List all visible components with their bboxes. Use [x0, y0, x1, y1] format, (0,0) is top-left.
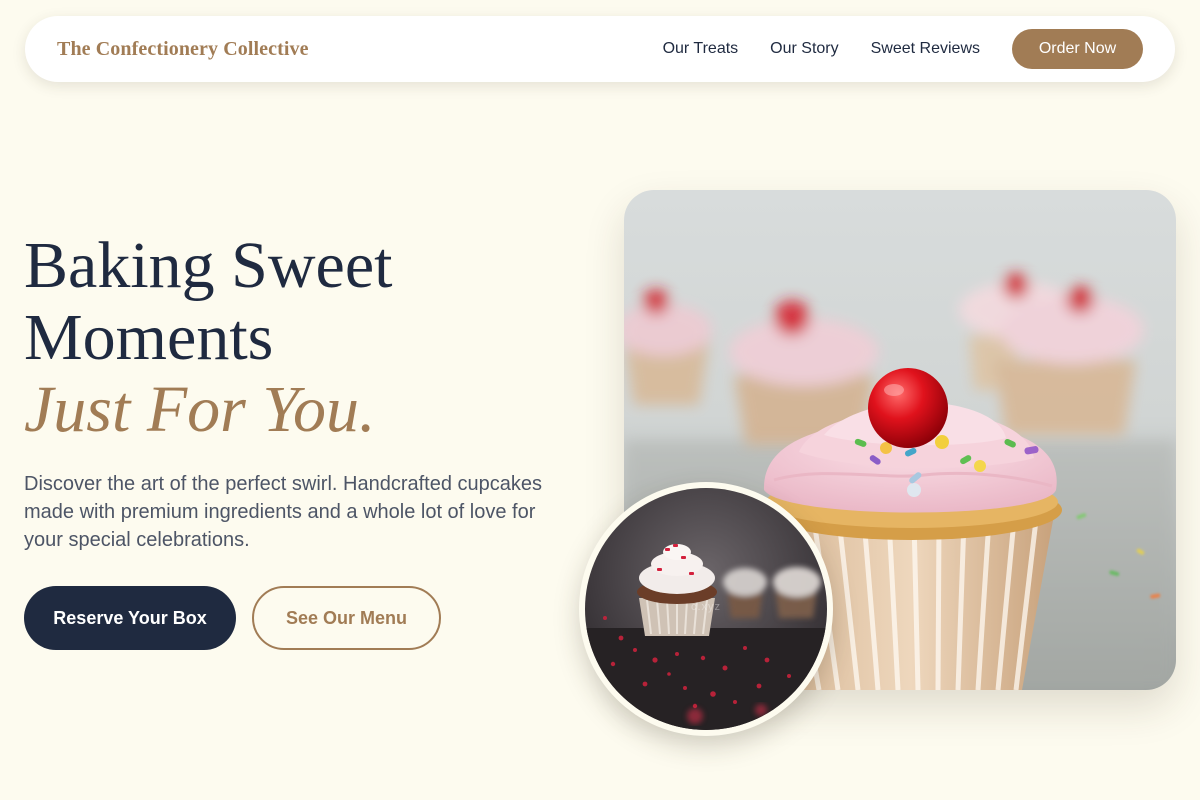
see-menu-button[interactable]: See Our Menu [252, 586, 441, 650]
mini-cupcakes-photo: c.xyz [579, 482, 833, 736]
nav-link-sweet-reviews[interactable]: Sweet Reviews [871, 40, 980, 58]
hero-title-line-1: Baking Sweet [24, 229, 393, 302]
photo-watermark: c.xyz [690, 601, 722, 613]
hero-title: Baking Sweet Moments Just For You. [24, 230, 392, 446]
nav-link-our-story[interactable]: Our Story [770, 40, 838, 58]
hero-title-accent: Just For You. [24, 373, 376, 446]
hero-title-line-2: Moments [24, 301, 274, 374]
brand-logo[interactable]: The Confectionery Collective [57, 38, 309, 61]
reserve-box-button[interactable]: Reserve Your Box [24, 586, 236, 650]
hero-description: Discover the art of the perfect swirl. H… [24, 473, 543, 551]
nav-links: Our Treats Our Story Sweet Reviews [663, 40, 980, 58]
nav-link-our-treats[interactable]: Our Treats [663, 40, 739, 58]
order-now-button[interactable]: Order Now [1012, 29, 1143, 69]
navbar: The Confectionery Collective Our Treats … [25, 16, 1175, 82]
mini-cupcakes-photo-frame: c.xyz [585, 488, 827, 730]
